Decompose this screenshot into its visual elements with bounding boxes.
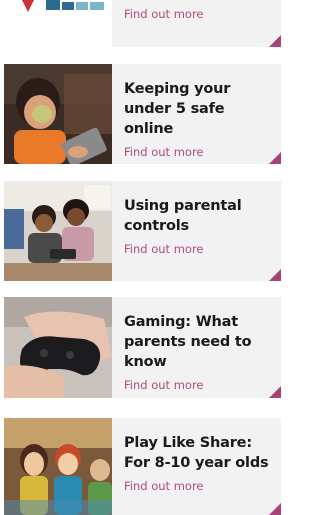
corner-triangle-icon: [269, 152, 281, 164]
find-out-more-link[interactable]: Find out more: [124, 479, 273, 493]
find-out-more-link[interactable]: Find out more: [124, 7, 273, 21]
toddler-tablet-photo: [4, 64, 112, 164]
resource-card[interactable]: Find out more: [4, 0, 281, 47]
corner-triangle-icon: [269, 386, 281, 398]
find-out-more-link[interactable]: Find out more: [124, 145, 273, 159]
logo-partial-image: [4, 0, 112, 47]
corner-triangle-icon: [269, 269, 281, 281]
cartoon-characters-image: [4, 418, 112, 515]
card-title[interactable]: Play Like Share: For 8-10 year olds: [124, 433, 273, 473]
corner-triangle-icon: [269, 503, 281, 515]
find-out-more-link[interactable]: Find out more: [124, 242, 273, 256]
children-tablet-photo: [4, 181, 112, 281]
card-title[interactable]: Keeping your under 5 safe online: [124, 79, 273, 139]
resource-card[interactable]: Using parental controls Find out more: [4, 181, 281, 281]
resource-card[interactable]: Gaming: What parents need to know Find o…: [4, 297, 281, 398]
game-controller-photo: [4, 297, 112, 398]
card-title[interactable]: Gaming: What parents need to know: [124, 312, 273, 372]
resource-card[interactable]: Play Like Share: For 8-10 year olds Find…: [4, 418, 281, 515]
card-title[interactable]: Using parental controls: [124, 196, 273, 236]
corner-triangle-icon: [269, 35, 281, 47]
resource-card[interactable]: Keeping your under 5 safe online Find ou…: [4, 64, 281, 164]
find-out-more-link[interactable]: Find out more: [124, 378, 273, 392]
